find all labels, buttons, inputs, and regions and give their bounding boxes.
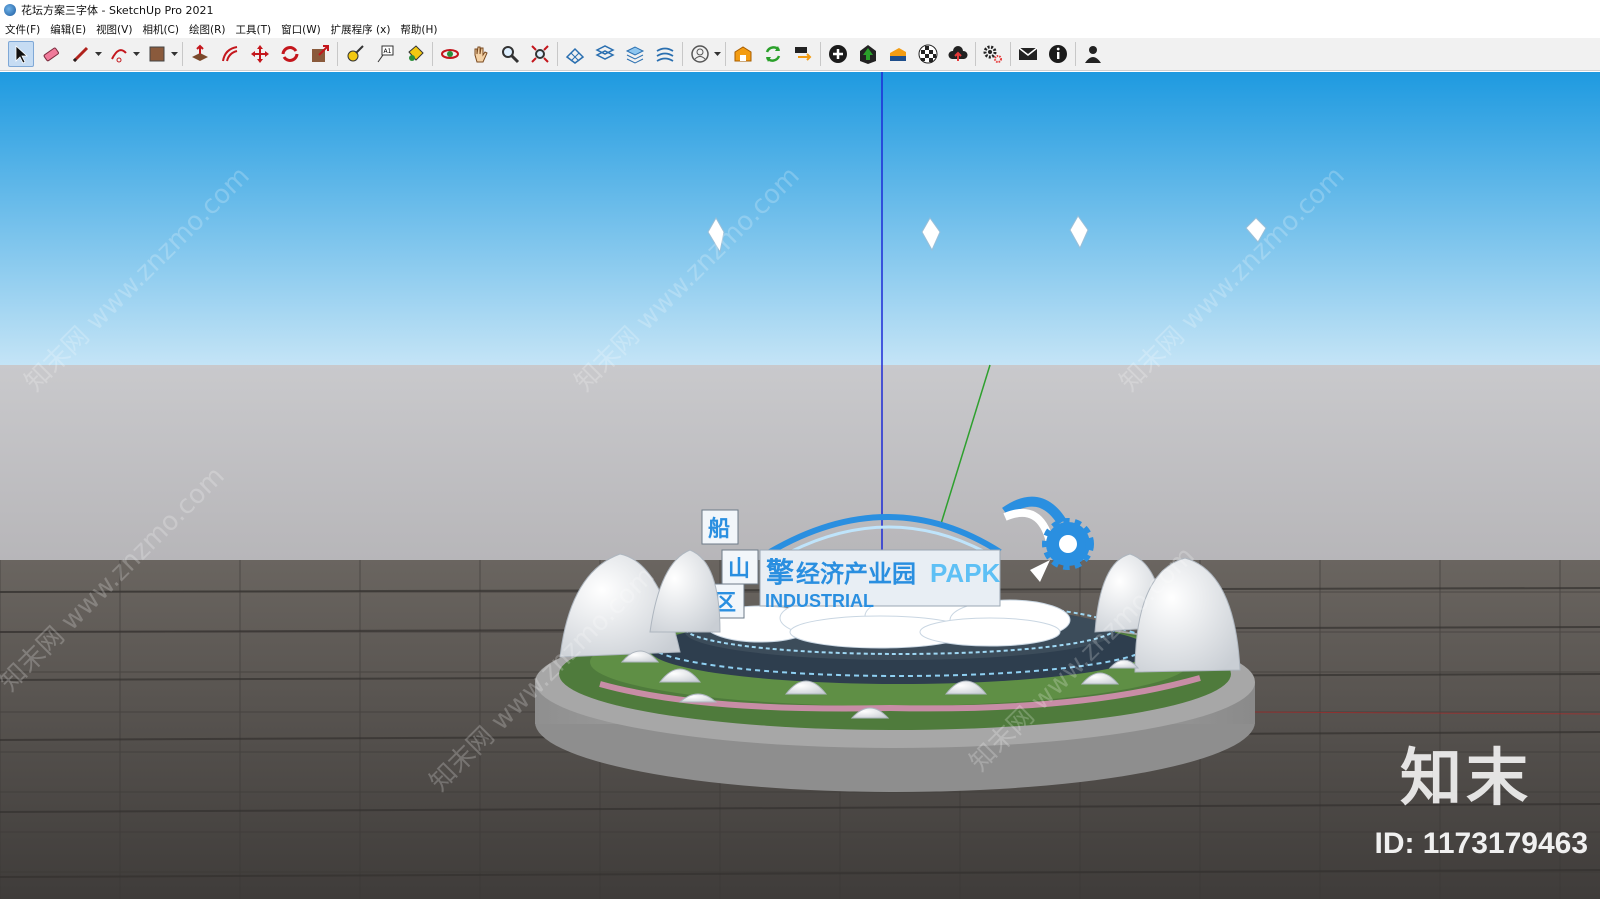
- toolbar-separator: [1075, 42, 1076, 66]
- checker-icon[interactable]: [915, 41, 941, 67]
- arc-icon[interactable]: [106, 41, 132, 67]
- cloud-upload-icon[interactable]: [945, 41, 971, 67]
- transfer-icon[interactable]: [790, 41, 816, 67]
- toolbar-separator: [725, 42, 726, 66]
- toolbar-separator: [182, 42, 183, 66]
- account-dropdown-icon[interactable]: [714, 51, 721, 57]
- account-icon[interactable]: [687, 41, 713, 67]
- menu-draw[interactable]: 绘图(R): [189, 22, 226, 37]
- trimble-connect-icon[interactable]: [885, 41, 911, 67]
- pencil-line-icon[interactable]: [68, 41, 94, 67]
- sign-latin: PAPK: [930, 558, 1001, 588]
- tree-upload-icon[interactable]: [855, 41, 881, 67]
- sketchup-window: 花坛方案三字体 - SketchUp Pro 2021 文件(F) 编辑(E) …: [0, 0, 1600, 899]
- shape-dropdown-icon[interactable]: [171, 51, 178, 57]
- eraser-icon[interactable]: [38, 41, 64, 67]
- menu-file[interactable]: 文件(F): [5, 22, 40, 37]
- sync-icon[interactable]: [760, 41, 786, 67]
- stack-icon[interactable]: [622, 41, 648, 67]
- menu-tools[interactable]: 工具(T): [235, 22, 271, 37]
- vertical-char-2: 山: [728, 557, 750, 582]
- main-toolbar: A1: [0, 38, 1600, 71]
- title-bar: 花坛方案三字体 - SketchUp Pro 2021: [0, 0, 1600, 20]
- pan-hand-icon[interactable]: [467, 41, 493, 67]
- move-icon[interactable]: [247, 41, 273, 67]
- id-watermark: ID: 1173179463: [1374, 827, 1588, 860]
- layers-icon[interactable]: [592, 41, 618, 67]
- info-icon[interactable]: [1045, 41, 1071, 67]
- select-arrow-icon[interactable]: [8, 41, 34, 67]
- menu-window[interactable]: 窗口(W): [281, 22, 321, 37]
- brand-watermark: 知末: [1399, 741, 1532, 814]
- sign-sub: INDUSTRIAL: [765, 591, 874, 611]
- sign-main-text: 经济产业园: [796, 560, 916, 588]
- rectangle-shape-icon[interactable]: [144, 41, 170, 67]
- text-label-icon[interactable]: A1: [372, 41, 398, 67]
- menu-help[interactable]: 帮助(H): [400, 22, 437, 37]
- model-viewport[interactable]: 擎 经济产业园 PAPK INDUSTRIAL 船 山 区 知末网 www.zn…: [0, 72, 1600, 899]
- sketchup-app-icon: [4, 4, 16, 16]
- toolbar-separator: [1010, 42, 1011, 66]
- toolbar-separator: [337, 42, 338, 66]
- zoom-extents-icon[interactable]: [527, 41, 553, 67]
- warehouse-icon[interactable]: [730, 41, 756, 67]
- toolbar-separator: [432, 42, 433, 66]
- menu-bar: 文件(F) 编辑(E) 视图(V) 相机(C) 绘图(R) 工具(T) 窗口(W…: [0, 20, 1600, 38]
- add-circle-icon[interactable]: [825, 41, 851, 67]
- menu-edit[interactable]: 编辑(E): [50, 22, 86, 37]
- sandbox-icon[interactable]: [562, 41, 588, 67]
- vertical-char-1: 船: [708, 516, 730, 542]
- scale-icon[interactable]: [307, 41, 333, 67]
- pencil-dropdown-icon[interactable]: [95, 51, 102, 57]
- toolbar-separator: [557, 42, 558, 66]
- toolbar-separator: [682, 42, 683, 66]
- rotate-icon[interactable]: [277, 41, 303, 67]
- zoom-icon[interactable]: [497, 41, 523, 67]
- push-pull-icon[interactable]: [187, 41, 213, 67]
- toolbar-separator: [820, 42, 821, 66]
- user-icon[interactable]: [1080, 41, 1106, 67]
- sign-prefix: 擎: [766, 556, 794, 589]
- menu-extensions[interactable]: 扩展程序 (x): [331, 22, 391, 37]
- tape-measure-icon[interactable]: [342, 41, 368, 67]
- sky: [0, 72, 1600, 365]
- menu-view[interactable]: 视图(V): [96, 22, 132, 37]
- horizon-haze: [0, 365, 1600, 560]
- terrain-icon[interactable]: [652, 41, 678, 67]
- toolbar-separator: [975, 42, 976, 66]
- mail-icon[interactable]: [1015, 41, 1041, 67]
- svg-text:A1: A1: [384, 48, 392, 55]
- paint-bucket-icon[interactable]: [402, 41, 428, 67]
- settings-gears-icon[interactable]: [980, 41, 1006, 67]
- menu-camera[interactable]: 相机(C): [142, 22, 179, 37]
- offset-icon[interactable]: [217, 41, 243, 67]
- orbit-icon[interactable]: [437, 41, 463, 67]
- scene-canvas: 擎 经济产业园 PAPK INDUSTRIAL 船 山 区: [0, 72, 1600, 899]
- arc-dropdown-icon[interactable]: [133, 51, 140, 57]
- window-title: 花坛方案三字体 - SketchUp Pro 2021: [21, 4, 214, 17]
